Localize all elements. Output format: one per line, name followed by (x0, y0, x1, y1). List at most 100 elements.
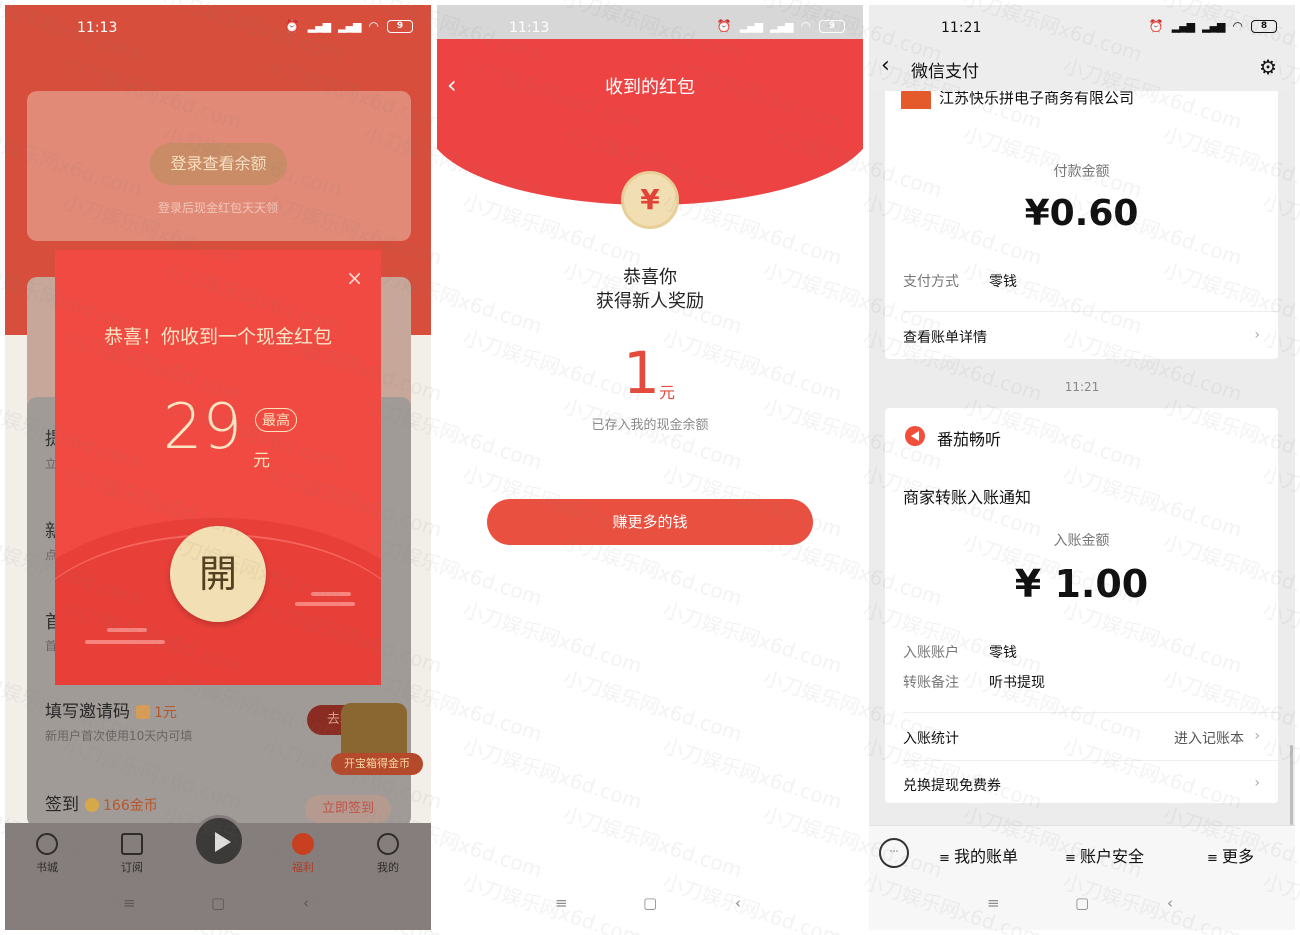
scrollbar[interactable] (1290, 745, 1293, 825)
status-time: 11:13 (509, 20, 550, 36)
smile-icon (377, 833, 399, 855)
fanqie-logo-icon (905, 426, 925, 446)
signal-icon: ▂▄▆ (770, 19, 793, 33)
stats-row[interactable]: 入账统计 进入记账本 › (903, 728, 1260, 748)
reward-unit: 元 (659, 383, 676, 402)
status-time: 11:13 (77, 20, 118, 36)
menu-account-security[interactable]: 账户安全 (1065, 843, 1144, 867)
nav-mine[interactable]: 我的 (358, 833, 418, 875)
panel-received-packet: 11:13 ⏰ ▂▄▆ ▂▄▆ ◠ 9 ‹ 收到的红包 ¥ 恭喜你 获得新人奖励… (437, 5, 863, 930)
welfare-icon (292, 833, 314, 855)
treasure-chest[interactable]: 开宝箱得金币 (331, 703, 423, 779)
menu-icon[interactable]: ≡ (987, 894, 1000, 912)
bill-detail-link[interactable]: 查看账单详情 › (903, 327, 1260, 347)
login-button[interactable]: 登录查看余额 (150, 143, 287, 185)
keyboard-icon[interactable]: ⋯ (879, 838, 909, 868)
coupon-label: 兑换提现免费券 (903, 778, 1001, 794)
nav-welfare[interactable]: 福利 (273, 833, 333, 875)
gear-icon[interactable]: ⚙ (1259, 55, 1277, 79)
cloud-decoration (85, 640, 165, 644)
menu-my-bills[interactable]: 我的账单 (939, 843, 1018, 867)
battery-icon: 8 (1251, 19, 1277, 33)
signal-icon: ▂▄▆ (338, 19, 361, 33)
page-title: 微信支付 (911, 62, 979, 82)
back-icon[interactable]: ‹ (735, 894, 741, 912)
nav-subscribe[interactable]: 订阅 (102, 833, 162, 875)
signal-icon: ▂▄▆ (1171, 19, 1195, 33)
cloud-decoration (295, 602, 355, 606)
brand-name: 番茄畅听 (937, 430, 1002, 449)
divider (903, 311, 1278, 312)
gold-coin-icon (85, 798, 99, 812)
reward-amount: 1 (623, 339, 660, 407)
signin-reward: 166金币 (103, 798, 158, 814)
payment-card: 付款金额 ¥0.60 支付方式 零钱 查看账单详情 › (885, 75, 1278, 359)
congrats-line: 恭喜你 (623, 267, 677, 288)
saved-hint: 已存入我的现金余额 (591, 418, 709, 433)
coupon-row[interactable]: 兑换提现免费券 › (903, 775, 1260, 795)
status-bar: 11:13 ⏰ ▂▄▆ ▂▄▆ ◠ 9 (5, 5, 431, 55)
panel-welfare-page: 11:13 ⏰ ▂▄▆ ▂▄▆ ◠ 9 登录查看余额 登录后现金红包天天领 提 … (5, 5, 431, 930)
cloud-decoration (107, 628, 147, 632)
menu-icon[interactable]: ≡ (123, 894, 136, 912)
invite-task-title: 填写邀请码 1元 (45, 697, 177, 722)
open-packet-button[interactable]: 開 (170, 526, 266, 622)
bookstore-icon (36, 833, 58, 855)
home-icon[interactable]: ▢ (1075, 894, 1089, 912)
transfer-card: 番茄畅听 商家转账入账通知 入账金额 ¥ 1.00 入账账户 零钱 转账备注 听… (885, 408, 1278, 803)
pay-method-key: 支付方式 (903, 274, 959, 290)
home-icon[interactable]: ▢ (643, 894, 657, 912)
account-value: 零钱 (989, 645, 1017, 661)
credit-label: 入账金额 (1053, 533, 1110, 549)
panel-wechat-pay: 付款金额 ¥0.60 支付方式 零钱 查看账单详情 › 江苏快乐拼电子商务有限公… (869, 5, 1295, 930)
nav-label: 书城 (36, 861, 58, 874)
status-bar: 11:21 ⏰ ▂▄▆ ▂▄▆ ◠ 8 (869, 5, 1295, 55)
wifi-icon: ◠ (800, 19, 811, 33)
message-time: 11:21 (1064, 380, 1100, 394)
nav-bookstore[interactable]: 书城 (17, 833, 77, 875)
note-value: 听书提现 (989, 675, 1045, 691)
pay-label: 付款金额 (1053, 164, 1110, 180)
pay-method-value: 零钱 (989, 274, 1017, 290)
cash-icon (136, 705, 150, 719)
player-button[interactable] (193, 815, 245, 867)
divider (903, 760, 1278, 761)
signin-button[interactable]: 立即签到 (305, 795, 391, 823)
back-icon[interactable]: ‹ (1167, 894, 1173, 912)
battery-icon: 9 (387, 19, 413, 33)
alarm-icon: ⏰ (284, 19, 300, 33)
nav-label: 福利 (292, 861, 314, 874)
home-icon[interactable]: ▢ (211, 894, 225, 912)
packet-unit: 元 (253, 451, 270, 471)
nav-label: 订阅 (121, 861, 143, 874)
page-title: 收到的红包 (605, 77, 695, 98)
back-icon[interactable]: ‹ (881, 53, 890, 78)
status-icons: ⏰ ▂▄▆ ▂▄▆ ◠ 9 (717, 19, 845, 33)
earn-more-button[interactable]: 赚更多的钱 (487, 499, 813, 545)
nav-label: 我的 (377, 861, 399, 874)
status-icons: ⏰ ▂▄▆ ▂▄▆ ◠ 9 (285, 19, 413, 33)
credit-amount: ¥ 1.00 (1014, 562, 1149, 606)
alarm-icon: ⏰ (1148, 19, 1164, 33)
close-icon[interactable]: × (346, 266, 363, 290)
chevron-right-icon: › (1254, 775, 1260, 791)
pay-amount: ¥0.60 (1024, 193, 1139, 234)
stats-label: 入账统计 (903, 731, 959, 747)
signal-icon: ▂▄▆ (739, 19, 763, 33)
menu-more[interactable]: 更多 (1207, 843, 1254, 867)
menu-icon[interactable]: ≡ (555, 894, 568, 912)
note-key: 转账备注 (903, 675, 959, 691)
signin-task-title: 签到 166金币 (45, 790, 158, 815)
max-badge: 最高 (255, 408, 297, 432)
invite-reward: 1元 (154, 705, 177, 721)
back-icon[interactable]: ‹ (303, 894, 309, 912)
alarm-icon: ⏰ (716, 19, 732, 33)
ledger-link[interactable]: 进入记账本 (1174, 728, 1244, 748)
packet-amount: 29 (163, 390, 242, 463)
packet-title: 恭喜！你收到一个现金红包 (103, 326, 332, 348)
notice-title: 商家转账入账通知 (903, 488, 1032, 507)
signin-title-text: 签到 (45, 795, 79, 815)
status-bar: 11:13 ⏰ ▂▄▆ ▂▄▆ ◠ 9 (437, 5, 863, 55)
account-key: 入账账户 (903, 645, 959, 661)
chevron-right-icon: › (1254, 327, 1260, 343)
